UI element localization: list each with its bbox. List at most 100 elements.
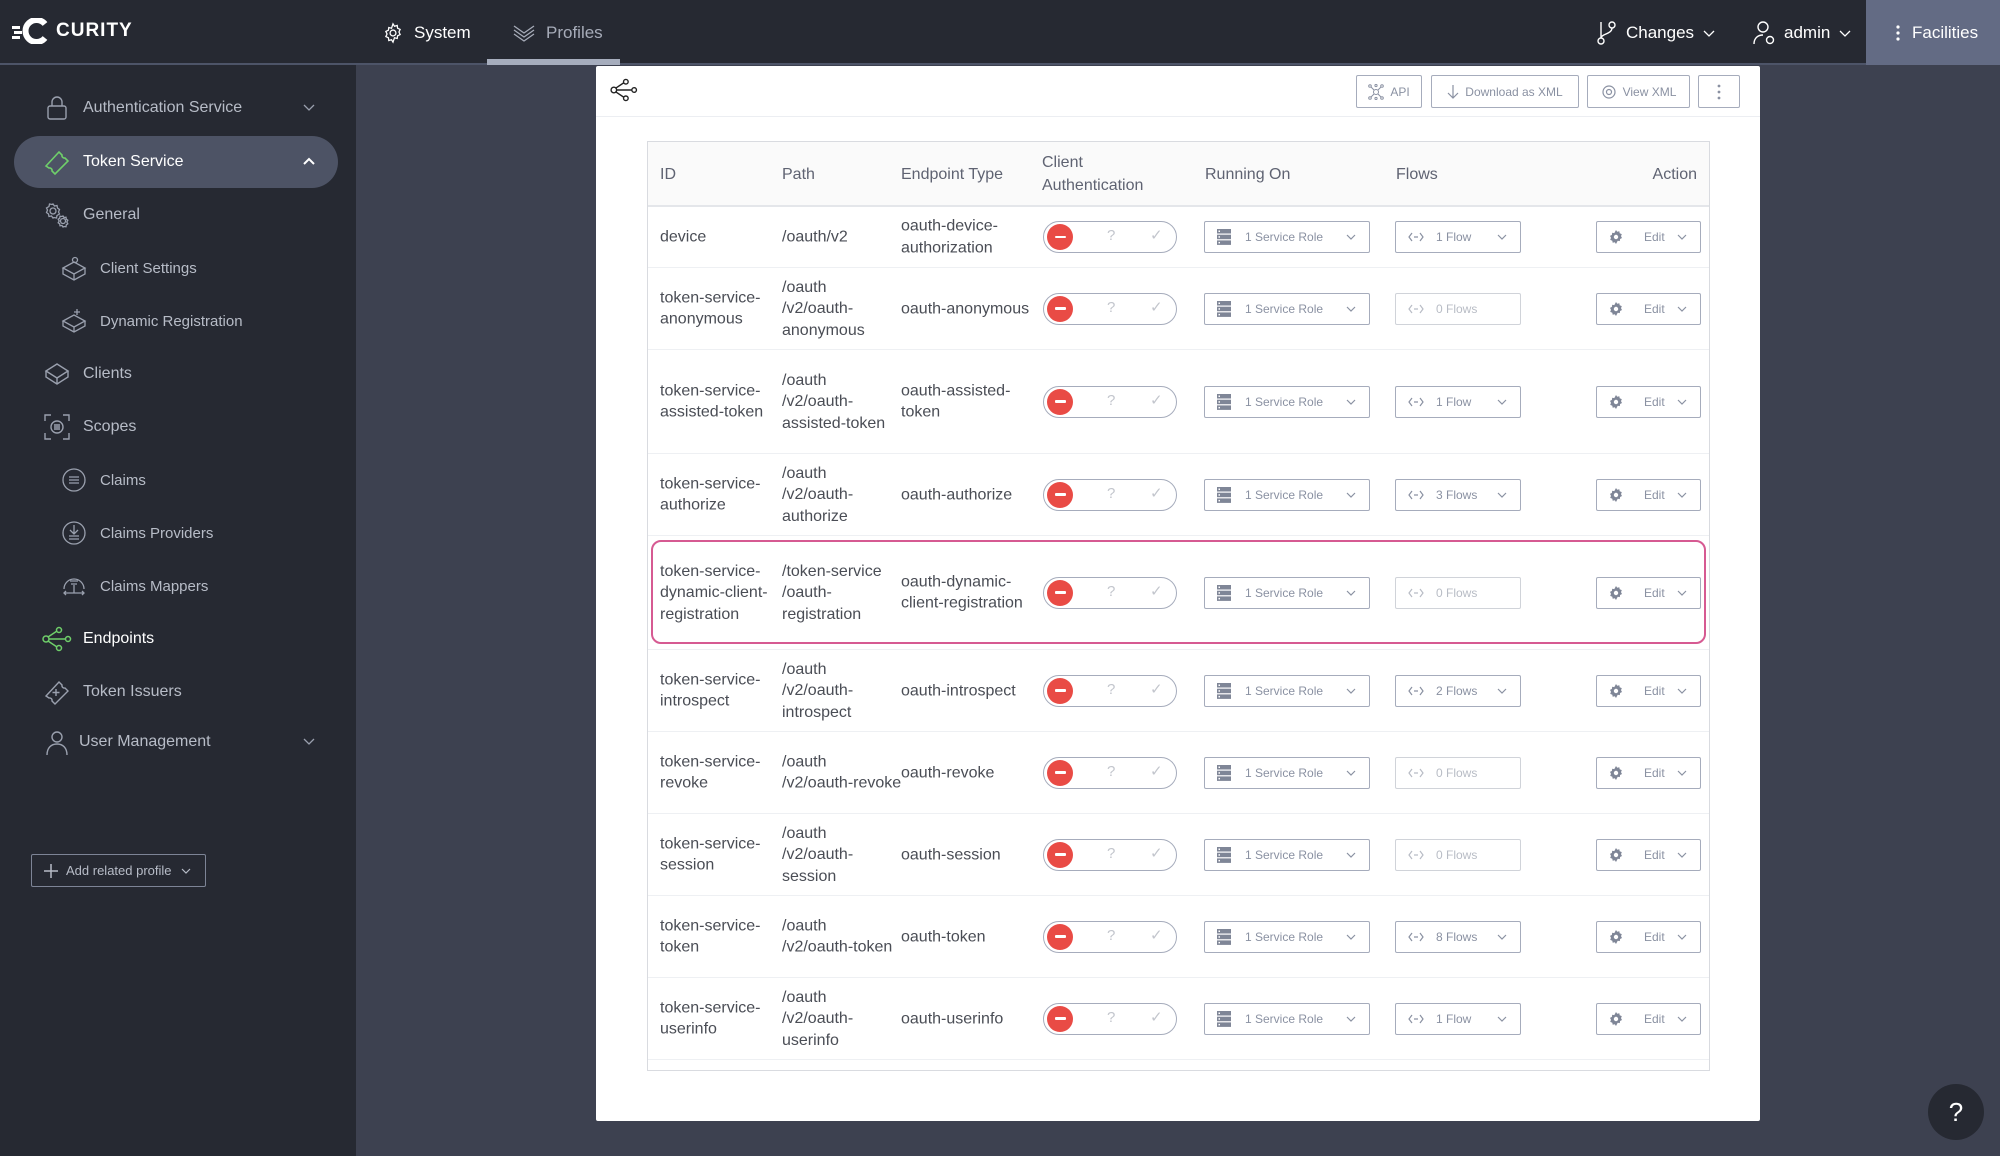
- sidebar-item-claims-providers[interactable]: Claims Providers: [14, 507, 338, 559]
- help-button[interactable]: ?: [1928, 1084, 1984, 1140]
- question-icon[interactable]: ?: [1107, 392, 1115, 409]
- check-icon[interactable]: ✓: [1150, 484, 1163, 502]
- sidebar-item-token-issuers[interactable]: Token Issuers: [14, 666, 338, 718]
- table-row[interactable]: token-service-authorize /oauth /v2/oauth…: [648, 454, 1709, 536]
- curity-logo[interactable]: CURITY: [12, 18, 133, 44]
- sidebar-item-scopes[interactable]: Scopes: [14, 401, 338, 453]
- question-icon[interactable]: ?: [1107, 485, 1115, 502]
- running-on-select[interactable]: 1 Service Role: [1204, 756, 1370, 789]
- check-icon[interactable]: ✓: [1150, 391, 1163, 409]
- question-icon[interactable]: ?: [1107, 927, 1115, 944]
- edit-action-button[interactable]: Edit: [1596, 920, 1701, 953]
- client-auth-toggle[interactable]: ? ✓: [1043, 674, 1177, 707]
- view-xml-button[interactable]: View XML: [1587, 75, 1690, 108]
- sidebar-item-dynamic-registration[interactable]: Dynamic Registration: [14, 295, 338, 347]
- running-on-select[interactable]: 1 Service Role: [1204, 478, 1370, 511]
- user-menu[interactable]: admin: [1752, 0, 1852, 65]
- flows-select[interactable]: 1 Flow: [1395, 221, 1521, 253]
- facilities-button[interactable]: Facilities: [1866, 0, 2000, 65]
- check-icon[interactable]: ✓: [1150, 926, 1163, 944]
- check-icon[interactable]: ✓: [1150, 1008, 1163, 1026]
- client-auth-toggle[interactable]: ? ✓: [1043, 838, 1177, 871]
- download-xml-button[interactable]: Download as XML: [1431, 75, 1579, 108]
- running-on-select[interactable]: 1 Service Role: [1204, 221, 1370, 253]
- question-icon[interactable]: ?: [1107, 583, 1115, 600]
- deny-icon[interactable]: [1047, 1005, 1073, 1032]
- client-auth-toggle[interactable]: ? ✓: [1043, 221, 1177, 253]
- check-icon[interactable]: ✓: [1150, 298, 1163, 316]
- sidebar-item-authentication-service[interactable]: Authentication Service: [14, 82, 338, 134]
- edit-action-button[interactable]: Edit: [1596, 1002, 1701, 1035]
- table-row[interactable]: token-service-introspect /oauth /v2/oaut…: [648, 650, 1709, 732]
- chevron-down-icon[interactable]: [302, 99, 316, 117]
- deny-icon[interactable]: [1047, 388, 1073, 415]
- question-icon[interactable]: ?: [1107, 1009, 1115, 1026]
- sidebar-item-endpoints[interactable]: Endpoints: [14, 613, 338, 665]
- deny-icon[interactable]: [1047, 579, 1073, 606]
- check-icon[interactable]: ✓: [1150, 226, 1163, 244]
- running-on-select[interactable]: 1 Service Role: [1204, 1002, 1370, 1035]
- flows-select[interactable]: 2 Flows: [1395, 674, 1521, 707]
- running-on-select[interactable]: 1 Service Role: [1204, 292, 1370, 325]
- api-button[interactable]: API: [1356, 75, 1422, 108]
- client-auth-toggle[interactable]: ? ✓: [1043, 576, 1177, 609]
- more-options-button[interactable]: [1698, 75, 1740, 108]
- question-icon[interactable]: ?: [1107, 227, 1115, 244]
- table-row[interactable]: device /oauth/v2 oauth-device-authorizat…: [648, 207, 1709, 268]
- sidebar-item-client-settings[interactable]: Client Settings: [14, 242, 338, 294]
- edit-action-button[interactable]: Edit: [1596, 576, 1701, 609]
- sidebar-item-token-service[interactable]: Token Service: [14, 136, 338, 188]
- changes-menu[interactable]: Changes: [1596, 0, 1716, 65]
- tab-profiles[interactable]: Profiles: [512, 0, 603, 65]
- flows-select[interactable]: 1 Flow: [1395, 1002, 1521, 1035]
- table-row[interactable]: token-service-dynamic-client-registratio…: [648, 536, 1709, 650]
- sidebar-item-claims[interactable]: Claims: [14, 454, 338, 506]
- edit-action-button[interactable]: Edit: [1596, 674, 1701, 707]
- client-auth-toggle[interactable]: ? ✓: [1043, 292, 1177, 325]
- question-icon[interactable]: ?: [1107, 299, 1115, 316]
- deny-icon[interactable]: [1047, 677, 1073, 704]
- running-on-select[interactable]: 1 Service Role: [1204, 920, 1370, 953]
- client-auth-toggle[interactable]: ? ✓: [1043, 756, 1177, 789]
- chevron-up-icon[interactable]: [302, 153, 316, 171]
- client-auth-toggle[interactable]: ? ✓: [1043, 920, 1177, 953]
- sidebar-item-user-management[interactable]: User Management: [14, 716, 338, 768]
- client-auth-toggle[interactable]: ? ✓: [1043, 1002, 1177, 1035]
- add-related-profile-button[interactable]: Add related profile: [31, 854, 206, 887]
- client-auth-toggle[interactable]: ? ✓: [1043, 478, 1177, 511]
- check-icon[interactable]: ✓: [1150, 582, 1163, 600]
- client-auth-toggle[interactable]: ? ✓: [1043, 385, 1177, 418]
- flows-select[interactable]: 8 Flows: [1395, 920, 1521, 953]
- edit-action-button[interactable]: Edit: [1596, 385, 1701, 418]
- flows-select[interactable]: 1 Flow: [1395, 385, 1521, 418]
- flows-select[interactable]: 3 Flows: [1395, 478, 1521, 511]
- running-on-select[interactable]: 1 Service Role: [1204, 674, 1370, 707]
- table-row[interactable]: token-service-assisted-token /oauth /v2/…: [648, 350, 1709, 454]
- deny-icon[interactable]: [1047, 759, 1073, 786]
- edit-action-button[interactable]: Edit: [1596, 756, 1701, 789]
- question-icon[interactable]: ?: [1107, 681, 1115, 698]
- running-on-select[interactable]: 1 Service Role: [1204, 576, 1370, 609]
- deny-icon[interactable]: [1047, 841, 1073, 868]
- edit-action-button[interactable]: Edit: [1596, 221, 1701, 253]
- running-on-select[interactable]: 1 Service Role: [1204, 385, 1370, 418]
- running-on-select[interactable]: 1 Service Role: [1204, 838, 1370, 871]
- question-icon[interactable]: ?: [1107, 845, 1115, 862]
- check-icon[interactable]: ✓: [1150, 680, 1163, 698]
- table-row[interactable]: token-service-revoke /oauth /v2/oauth-re…: [648, 732, 1709, 814]
- table-row[interactable]: token-service-anonymous /oauth /v2/oauth…: [648, 268, 1709, 350]
- tab-system[interactable]: System: [382, 0, 471, 65]
- deny-icon[interactable]: [1047, 923, 1073, 950]
- edit-action-button[interactable]: Edit: [1596, 478, 1701, 511]
- table-row[interactable]: token-service-userinfo /oauth /v2/oauth-…: [648, 978, 1709, 1060]
- sidebar-item-clients[interactable]: Clients: [14, 348, 338, 400]
- table-row[interactable]: token-service-token /oauth /v2/oauth-tok…: [648, 896, 1709, 978]
- edit-action-button[interactable]: Edit: [1596, 838, 1701, 871]
- table-row[interactable]: token-service-session /oauth /v2/oauth-s…: [648, 814, 1709, 896]
- question-icon[interactable]: ?: [1107, 763, 1115, 780]
- check-icon[interactable]: ✓: [1150, 844, 1163, 862]
- edit-action-button[interactable]: Edit: [1596, 292, 1701, 325]
- sidebar-item-claims-mappers[interactable]: Claims Mappers: [14, 560, 338, 612]
- deny-icon[interactable]: [1047, 481, 1073, 508]
- check-icon[interactable]: ✓: [1150, 762, 1163, 780]
